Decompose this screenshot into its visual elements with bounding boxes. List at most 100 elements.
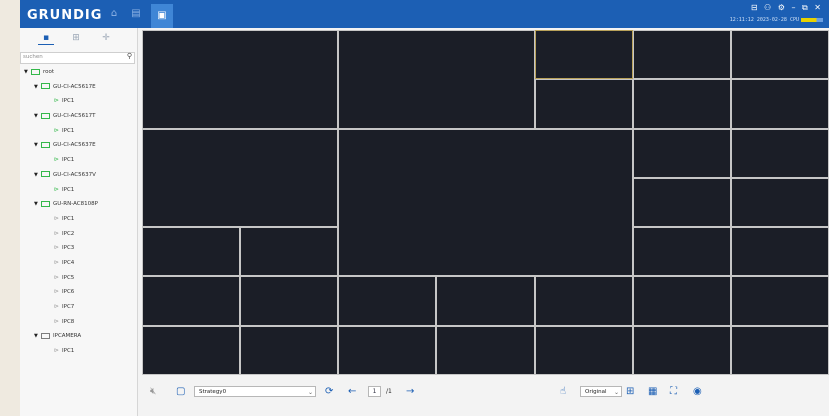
- live-view-tab-icon[interactable]: ▣: [151, 4, 173, 28]
- expand-caret-icon[interactable]: ▼: [34, 80, 41, 95]
- video-window[interactable]: [338, 128, 633, 277]
- video-window[interactable]: [730, 177, 829, 228]
- expand-caret-icon[interactable]: ▼: [24, 65, 31, 80]
- video-window[interactable]: [632, 79, 731, 129]
- video-window[interactable]: [730, 325, 829, 375]
- camera-icon: ⊳: [54, 244, 60, 252]
- window-controls[interactable]: ⊟ ⚇ ⚙ – ⧉ ✕: [751, 3, 823, 13]
- video-wall-grid: [142, 30, 829, 375]
- expand-caret-icon[interactable]: ▼: [34, 329, 41, 344]
- expand-caret-icon[interactable]: ▼: [34, 109, 41, 124]
- tree-device-item[interactable]: ▼ GU-RN-AC8108P: [20, 197, 137, 212]
- tree-camera-item[interactable]: ⊳ IPC2: [20, 227, 137, 242]
- video-window[interactable]: [730, 276, 829, 326]
- video-window[interactable]: [142, 128, 339, 228]
- expand-caret-icon[interactable]: ▼: [34, 197, 41, 212]
- video-window[interactable]: [534, 276, 633, 326]
- video-window[interactable]: [632, 177, 731, 228]
- video-window[interactable]: [142, 227, 241, 277]
- tree-camera-item[interactable]: ⊳ IPC6: [20, 285, 137, 300]
- tree-item-label: IPC1: [62, 98, 75, 105]
- previous-page-icon[interactable]: ←: [348, 386, 356, 397]
- tree-camera-item[interactable]: ⊳ IPC1: [20, 124, 137, 139]
- grundig-logo: GRUNDIG: [27, 8, 103, 23]
- strategy-select[interactable]: Strategy0 ⌄: [194, 386, 316, 397]
- next-page-icon[interactable]: →: [406, 386, 414, 397]
- video-window[interactable]: [240, 325, 339, 375]
- camera-icon: ⊳: [54, 303, 60, 310]
- refresh-icon[interactable]: ⟳: [325, 386, 333, 397]
- tree-camera-item[interactable]: ⊳ IPC1: [20, 153, 137, 168]
- video-window[interactable]: [240, 227, 339, 277]
- expand-caret-icon[interactable]: ▼: [34, 138, 41, 153]
- device-icon: [31, 68, 40, 75]
- video-window[interactable]: [142, 276, 241, 326]
- video-window[interactable]: [632, 30, 731, 80]
- snapshot-icon[interactable]: ◉: [693, 386, 702, 397]
- tree-device-item[interactable]: ▼ GU-CI-AC5637V: [20, 168, 137, 183]
- video-window[interactable]: [436, 276, 535, 326]
- tree-camera-item[interactable]: ⊳ IPC1: [20, 94, 137, 109]
- tree-item-label: IPC1: [62, 157, 75, 164]
- video-window[interactable]: [338, 276, 437, 326]
- device-search-box[interactable]: suchen ⚲: [20, 52, 135, 64]
- device-list-tab-icon[interactable]: ▪: [38, 32, 54, 45]
- device-tree: ▼ root ▼ GU-CI-AC5617E ⊳ IPC1 ▼ GU-CI-AC5617T ⊳ I…: [20, 65, 137, 359]
- tree-item-label: IPCAMERA: [53, 333, 82, 340]
- video-window[interactable]: [534, 30, 633, 80]
- tree-device-item[interactable]: ▼ GU-CI-AC5617E: [20, 80, 137, 95]
- video-window[interactable]: [240, 276, 339, 326]
- tree-camera-item[interactable]: ⊳ IPC1: [20, 344, 137, 359]
- video-window[interactable]: [632, 325, 731, 375]
- tree-camera-item[interactable]: ⊳ IPC8: [20, 315, 137, 330]
- video-window[interactable]: [730, 79, 829, 129]
- tree-camera-item[interactable]: ⊳ IPC3: [20, 241, 137, 256]
- video-window[interactable]: [632, 276, 731, 326]
- video-window[interactable]: [142, 30, 339, 129]
- cpu-usage-bar: [801, 17, 823, 22]
- tree-camera-item[interactable]: ⊳ IPC7: [20, 300, 137, 315]
- tree-device-item[interactable]: ▼ GU-CI-AC5637E: [20, 138, 137, 153]
- search-icon[interactable]: ⚲: [127, 52, 132, 60]
- scale-select[interactable]: Original ⌄: [580, 386, 622, 397]
- split-layout-icon[interactable]: ⊞: [626, 386, 634, 397]
- ptz-tab-icon[interactable]: ✛: [98, 32, 114, 44]
- tree-camera-item[interactable]: ⊳ IPC4: [20, 256, 137, 271]
- video-window[interactable]: [338, 325, 437, 375]
- video-window[interactable]: [730, 128, 829, 178]
- mute-icon[interactable]: 🔇︎: [150, 386, 156, 397]
- search-input[interactable]: suchen: [23, 54, 43, 60]
- tree-camera-item[interactable]: ⊳ IPC1: [20, 212, 137, 227]
- video-window[interactable]: [632, 128, 731, 178]
- camera-icon: ⊳: [54, 214, 60, 222]
- video-window[interactable]: [338, 30, 535, 129]
- tree-root-item[interactable]: ▼ root: [20, 65, 137, 80]
- device-icon: [41, 200, 50, 207]
- video-window[interactable]: [142, 325, 241, 375]
- tree-camera-item[interactable]: ⊳ IPC1: [20, 183, 137, 198]
- bottom-toolbar: 🔇︎ ▢ Strategy0 ⌄ ⟳ ← 1 /1 → ☝ Original ⌄ ⊞…: [138, 378, 829, 416]
- video-window[interactable]: [632, 227, 731, 277]
- video-window[interactable]: [730, 227, 829, 277]
- tree-device-item[interactable]: ▼ GU-CI-AC5617T: [20, 109, 137, 124]
- video-window[interactable]: [730, 30, 829, 80]
- video-window[interactable]: [534, 79, 633, 129]
- expand-caret-icon[interactable]: ▼: [34, 168, 41, 183]
- fullscreen-icon[interactable]: ⛶: [670, 386, 677, 397]
- title-bar: GRUNDIG ⌂ ▤ ▣ ⊟ ⚇ ⚙ – ⧉ ✕ 12:11:12 2023-…: [20, 0, 829, 28]
- camera-icon: ⊳: [54, 317, 60, 325]
- camera-icon: ⊳: [54, 229, 60, 237]
- video-window[interactable]: [534, 325, 633, 375]
- page-number-input[interactable]: 1: [368, 386, 381, 397]
- tree-item-label: IPC8: [62, 318, 75, 325]
- playback-icon[interactable]: ▤: [130, 8, 142, 20]
- layout-tab-icon[interactable]: ⊞: [68, 32, 84, 44]
- home-icon[interactable]: ⌂: [108, 8, 120, 20]
- stop-all-icon[interactable]: ▢: [176, 386, 185, 397]
- video-window[interactable]: [436, 325, 535, 375]
- hand-tool-icon[interactable]: ☝: [560, 386, 566, 397]
- tree-item-label: GU-CI-AC5637E: [53, 142, 96, 149]
- tree-device-item[interactable]: ▼ IPCAMERA: [20, 329, 137, 344]
- save-layout-icon[interactable]: ▦: [648, 386, 657, 397]
- tree-camera-item[interactable]: ⊳ IPC5: [20, 271, 137, 286]
